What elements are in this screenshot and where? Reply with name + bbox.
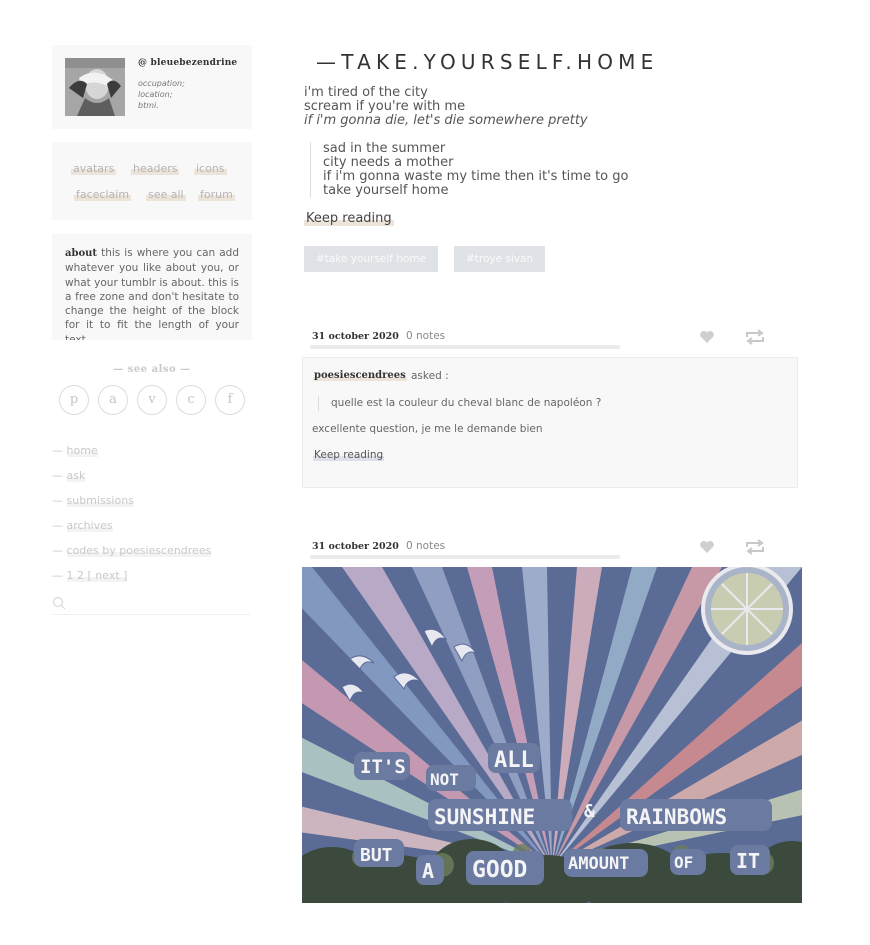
see-also-link-f[interactable]: f: [215, 385, 245, 415]
nav-link-headers[interactable]: headers: [131, 162, 180, 175]
about-box: about this is where you can add whatever…: [52, 234, 252, 340]
profile-card: @ bleuebezendrine occupation; location; …: [52, 45, 252, 129]
menu-dash: —: [52, 544, 63, 557]
image-word: NOT: [430, 770, 459, 789]
location-text: location;: [138, 90, 173, 99]
menu-label[interactable]: ask: [66, 469, 86, 482]
quote-line: city needs a mother: [323, 155, 454, 170]
see-also-title: — see also —: [113, 364, 191, 375]
see-also-link-a[interactable]: a: [98, 385, 128, 415]
post-divider: [310, 345, 620, 349]
keep-reading-link[interactable]: Keep reading: [313, 449, 385, 461]
image-word: IT'S: [360, 756, 406, 778]
avatar[interactable]: [65, 58, 125, 116]
image-word: AMOUNT: [568, 854, 629, 874]
image-word: RAINBOWS: [626, 805, 727, 829]
lyric-line-italic: if i'm gonna die, let's die somewhere pr…: [304, 113, 588, 128]
image-word: IT: [736, 849, 760, 873]
tag-take-yourself-home[interactable]: #take yourself home: [304, 246, 439, 272]
about-text: this is where you can add whatever you l…: [65, 247, 239, 340]
post-photo[interactable]: IT'S NOT ALL SUNSHINE & RAINBOWS BUT A G…: [302, 567, 802, 903]
nav-link-see-all[interactable]: see all: [146, 188, 186, 201]
menu-dash: —: [52, 569, 63, 582]
search-input[interactable]: [52, 595, 250, 615]
sunshine-rainbows-illustration: IT'S NOT ALL SUNSHINE & RAINBOWS BUT A G…: [302, 567, 802, 903]
ask-box: poesiescendrees asked : quelle est la co…: [302, 357, 798, 488]
quote-line: take yourself home: [323, 183, 449, 198]
reblog-icon[interactable]: [744, 328, 766, 346]
see-also-link-p[interactable]: p: [59, 385, 89, 415]
menu-label[interactable]: codes by poesiescendrees: [66, 544, 212, 557]
image-word: A: [422, 859, 434, 883]
nav-link-icons[interactable]: icons: [194, 162, 227, 175]
image-word: SUNSHINE: [434, 805, 535, 829]
menu-item-submissions[interactable]: — submissions: [52, 494, 134, 508]
image-word: ALL: [494, 748, 534, 773]
menu-dash: —: [52, 494, 63, 507]
nav-link-forum[interactable]: forum: [198, 188, 235, 201]
quote-line: if i'm gonna waste my time then it's tim…: [323, 169, 629, 184]
quote-line: sad in the summer: [323, 141, 446, 156]
menu-item-codes[interactable]: — codes by poesiescendrees: [52, 544, 212, 558]
image-word: &: [584, 801, 595, 822]
image-word: OF: [674, 853, 693, 872]
menu-item-ask[interactable]: — ask: [52, 469, 86, 483]
pagination-links[interactable]: 1 2 [ next ]: [66, 569, 128, 582]
nav-link-faceclaim[interactable]: faceclaim: [74, 188, 132, 201]
pagination[interactable]: — 1 2 [ next ]: [52, 569, 128, 583]
see-also-link-v[interactable]: v: [137, 385, 167, 415]
image-word: BUT: [360, 845, 393, 866]
heart-icon[interactable]: [699, 540, 715, 554]
nav-box: avatars headers icons faceclaim see all …: [52, 142, 252, 220]
post-divider: [310, 555, 620, 559]
see-also-link-c[interactable]: c: [176, 385, 206, 415]
nav-link-avatars[interactable]: avatars: [71, 162, 117, 175]
menu-dash: —: [52, 469, 63, 482]
username[interactable]: @ bleuebezendrine: [138, 58, 237, 68]
tag-troye-sivan[interactable]: #troye sivan: [454, 246, 546, 272]
menu-item-home[interactable]: — home: [52, 444, 98, 458]
menu-label[interactable]: submissions: [66, 494, 134, 507]
profile-meta: occupation; location; btmi.: [138, 78, 185, 111]
lyric-line: i'm tired of the city: [304, 85, 428, 100]
menu-label[interactable]: archives: [66, 519, 113, 532]
ask-question: quelle est la couleur du cheval blanc de…: [318, 396, 601, 411]
lyric-line: scream if you're with me: [304, 99, 466, 114]
reblog-icon[interactable]: [744, 538, 766, 556]
post-body: i'm tired of the city scream if you're w…: [304, 86, 588, 128]
asker-link[interactable]: poesiescendrees: [313, 370, 407, 381]
menu-item-archives[interactable]: — archives: [52, 519, 113, 533]
heart-icon[interactable]: [699, 330, 715, 344]
post-date[interactable]: 31 october 2020: [312, 541, 399, 552]
image-word: GOOD: [472, 857, 527, 883]
post-title: —TAKE.YOURSELF.HOME: [316, 50, 659, 74]
asked-label: asked :: [411, 370, 449, 382]
about-label: about: [65, 248, 98, 259]
orange-slice-icon: [701, 567, 793, 655]
search-icon: [52, 596, 66, 610]
btmi-text: btmi.: [138, 101, 159, 110]
post-notes[interactable]: 0 notes: [406, 330, 445, 342]
keep-reading-link[interactable]: Keep reading: [304, 211, 394, 226]
menu-dash: —: [52, 444, 63, 457]
menu-dash: —: [52, 519, 63, 532]
post-notes[interactable]: 0 notes: [406, 540, 445, 552]
ask-answer: excellente question, je me le demande bi…: [312, 423, 543, 435]
occupation-text: occupation;: [138, 79, 185, 88]
post-date[interactable]: 31 october 2020: [312, 331, 399, 342]
blockquote: sad in the summer city needs a mother if…: [310, 142, 628, 198]
menu-label[interactable]: home: [66, 444, 98, 457]
